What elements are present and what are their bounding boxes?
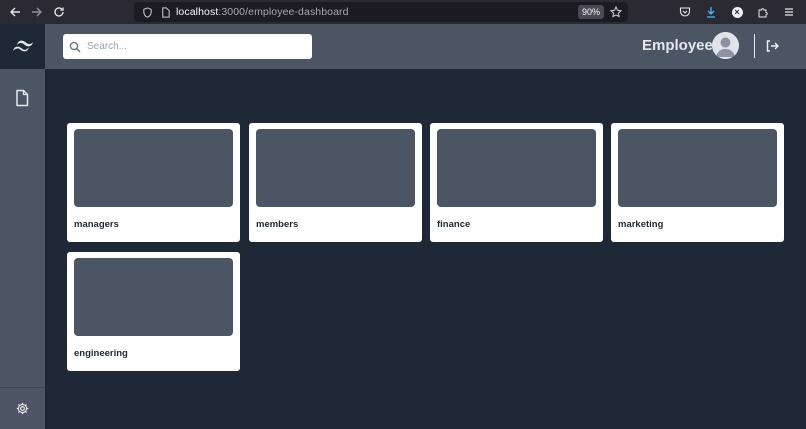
bookmark-star-icon[interactable] — [609, 5, 624, 19]
card-thumbnail — [618, 129, 777, 207]
search-icon — [69, 41, 81, 53]
browser-toolbar: localhost:3000/employee-dashboard 90% × — [0, 0, 806, 24]
search-input[interactable] — [87, 41, 307, 52]
card-label: managers — [74, 219, 119, 230]
reload-button[interactable] — [48, 1, 70, 23]
logout-icon — [766, 40, 779, 52]
gear-icon — [16, 402, 29, 415]
pocket-button[interactable] — [674, 1, 696, 23]
card-label: engineering — [74, 348, 128, 359]
sidebar-divider — [0, 387, 45, 388]
card-members[interactable]: members — [249, 123, 422, 242]
hamburger-icon — [785, 8, 793, 16]
menu-button[interactable] — [778, 1, 800, 23]
url-text: localhost:3000/employee-dashboard — [176, 6, 349, 18]
extensions-button[interactable] — [752, 1, 774, 23]
arrow-right-icon — [32, 7, 42, 17]
sidebar — [0, 69, 45, 429]
app-header: Employee — [0, 24, 806, 69]
card-thumbnail — [74, 258, 233, 336]
card-finance[interactable]: finance — [430, 123, 603, 242]
shield-icon[interactable] — [140, 5, 154, 19]
card-label: finance — [437, 219, 471, 230]
avatar[interactable] — [712, 32, 739, 59]
zoom-indicator[interactable]: 90% — [577, 5, 604, 19]
card-thumbnail — [256, 129, 415, 207]
logout-button[interactable] — [764, 38, 780, 54]
document-icon — [16, 89, 29, 107]
sidebar-item-settings[interactable] — [16, 402, 29, 415]
arrow-left-icon — [10, 7, 20, 17]
sidebar-item-documents[interactable] — [14, 89, 30, 107]
logo[interactable] — [0, 24, 45, 69]
puzzle-icon — [758, 8, 768, 18]
pocket-icon — [679, 7, 691, 17]
search-field[interactable] — [63, 34, 312, 59]
download-icon — [707, 7, 715, 18]
browser-tools: × — [674, 0, 800, 24]
extension-button[interactable]: × — [726, 1, 748, 23]
card-managers[interactable]: managers — [67, 123, 240, 242]
user-avatar-icon — [712, 32, 739, 59]
card-marketing[interactable]: marketing — [611, 123, 784, 242]
card-label: members — [256, 219, 299, 230]
user-name: Employee — [642, 37, 713, 54]
card-label: marketing — [618, 219, 664, 230]
page-icon — [158, 5, 172, 19]
address-bar[interactable]: localhost:3000/employee-dashboard 90% — [134, 2, 628, 22]
card-thumbnail — [437, 129, 596, 207]
forward-button[interactable] — [26, 1, 48, 23]
reload-icon — [54, 7, 64, 17]
header-divider — [754, 34, 755, 58]
card-thumbnail — [74, 129, 233, 207]
url-host: localhost — [176, 6, 219, 18]
back-button[interactable] — [4, 1, 26, 23]
url-path: :3000/employee-dashboard — [218, 6, 349, 18]
card-engineering[interactable]: engineering — [67, 252, 240, 371]
close-circle-icon: × — [731, 6, 743, 18]
downloads-button[interactable] — [700, 1, 722, 23]
tailwind-logo-icon — [12, 40, 33, 51]
